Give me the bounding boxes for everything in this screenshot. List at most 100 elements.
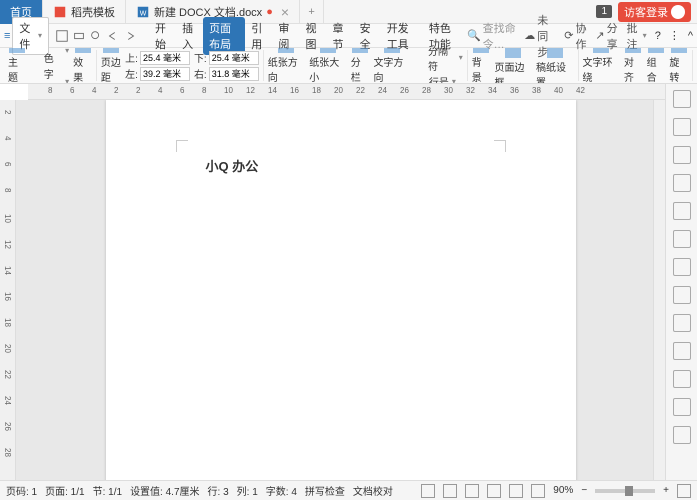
command-search[interactable]: 🔍 查找命令… (467, 20, 516, 52)
page-border-button[interactable]: 页面边框 (495, 48, 533, 84)
horizontal-ruler[interactable]: 8642246810121416182022242628303234363840… (28, 84, 665, 100)
svg-text:W: W (140, 10, 147, 17)
page-border-icon (505, 48, 521, 58)
shape-panel-icon[interactable] (673, 174, 691, 192)
text-direction-button[interactable]: 文字方向 (373, 48, 410, 84)
reading-view-icon[interactable] (443, 484, 457, 498)
right-sidebar (665, 84, 697, 480)
status-pages[interactable]: 页面: 1/1 (45, 483, 84, 498)
margin-left-input[interactable] (140, 67, 190, 81)
effects-icon (75, 48, 91, 53)
tools-panel-icon[interactable] (673, 370, 691, 388)
zoom-out-icon[interactable]: − (581, 485, 587, 496)
tab-templates[interactable]: 稻壳模板 (43, 0, 126, 24)
breaks-button[interactable]: 分隔符 (415, 48, 463, 73)
columns-icon (352, 48, 368, 53)
document-canvas[interactable]: 小Q 办公 (16, 100, 665, 480)
statusbar: 页码: 1 页面: 1/1 节: 1/1 设置值: 4.7厘米 行: 3 列: … (0, 480, 697, 500)
collab-button[interactable]: ⟳协作 (564, 20, 587, 52)
menubar: ≡ 文件 开始插入页面布局引用审阅视图章节安全开发工具特色功能 🔍 查找命令… … (0, 24, 697, 48)
preview-icon[interactable] (89, 29, 103, 43)
margin-bottom-input[interactable] (209, 51, 259, 65)
clipboard-panel-icon[interactable] (673, 286, 691, 304)
line-numbers-button[interactable]: 行号 (415, 74, 463, 85)
wrap-icon (593, 48, 609, 53)
theme-color-button[interactable]: 颜色 (31, 48, 69, 65)
line-num-icon (415, 75, 427, 84)
collapse-ribbon-icon[interactable]: ^ (688, 30, 693, 42)
status-line[interactable]: 行: 3 (208, 483, 229, 498)
watermark-icon (547, 48, 563, 58)
breaks-icon (415, 52, 426, 64)
orientation-button[interactable]: 纸张方向 (268, 48, 305, 84)
help-icon[interactable]: ? (655, 30, 661, 42)
margin-right-input[interactable] (209, 67, 259, 81)
cloud-icon: ☁ (524, 29, 535, 42)
vertical-ruler[interactable]: 246810121416182022242628 (0, 100, 16, 480)
undo-icon[interactable] (106, 29, 120, 43)
share-icon: ↗ (595, 29, 604, 42)
pencil-tool-icon[interactable] (673, 90, 691, 108)
select-tool-icon[interactable] (673, 118, 691, 136)
margin-corner-tr (494, 140, 506, 152)
paper-size-button[interactable]: 纸张大小 (309, 48, 346, 84)
margins-icon (103, 48, 119, 53)
status-section[interactable]: 节: 1/1 (93, 483, 122, 498)
status-position[interactable]: 设置值: 4.7厘米 (130, 483, 199, 498)
status-page-number[interactable]: 页码: 1 (6, 483, 37, 498)
margins-button[interactable]: 页边距 (101, 48, 121, 84)
align-button[interactable]: 对齐 (624, 48, 643, 84)
orientation-icon (278, 48, 294, 53)
zoom-slider[interactable] (595, 489, 655, 493)
background-button[interactable]: 背景 (472, 48, 491, 84)
annotate-button[interactable]: 批注 (626, 20, 646, 52)
status-column[interactable]: 列: 1 (237, 483, 258, 498)
share-button[interactable]: ↗分享 (595, 20, 618, 52)
more-icon[interactable]: ⋮ (669, 29, 680, 42)
fit-page-icon[interactable] (677, 484, 691, 498)
settings-panel-icon[interactable] (673, 398, 691, 416)
group-button[interactable]: 组合 (647, 48, 666, 84)
background-icon (473, 48, 489, 53)
properties-panel-icon[interactable] (673, 230, 691, 248)
outline-panel-icon[interactable] (673, 202, 691, 220)
theme-font-button[interactable]: 字体 (31, 66, 69, 84)
help-panel-icon[interactable] (673, 426, 691, 444)
comments-panel-icon[interactable] (673, 258, 691, 276)
web-layout-icon[interactable] (487, 484, 501, 498)
quick-access-toolbar (55, 29, 137, 43)
outline-view-icon[interactable] (509, 484, 523, 498)
find-panel-icon[interactable] (673, 342, 691, 360)
word-doc-icon: W (136, 5, 150, 19)
document-page[interactable]: 小Q 办公 (106, 100, 576, 480)
margin-top-input[interactable] (140, 51, 190, 65)
theme-button[interactable]: 主题 (8, 48, 27, 84)
align-icon (625, 48, 641, 53)
hamburger-icon[interactable]: ≡ (4, 30, 10, 42)
save-icon[interactable] (55, 29, 69, 43)
document-text[interactable]: 小Q 办公 (206, 156, 496, 175)
columns-button[interactable]: 分栏 (351, 48, 370, 84)
text-wrap-button[interactable]: 文字环绕 (583, 48, 620, 84)
vertical-scrollbar[interactable] (653, 100, 665, 480)
history-panel-icon[interactable] (673, 314, 691, 332)
redo-icon[interactable] (123, 29, 137, 43)
rotate-icon (671, 48, 687, 53)
print-layout-icon[interactable] (465, 484, 479, 498)
workspace: 246810121416182022242628 小Q 办公 (0, 100, 665, 480)
style-panel-icon[interactable] (673, 146, 691, 164)
theme-icon (9, 48, 25, 53)
text-direction-icon (384, 48, 400, 53)
status-word-count[interactable]: 字数: 4 (266, 483, 297, 498)
fullscreen-icon[interactable] (421, 484, 435, 498)
zoom-in-icon[interactable]: + (663, 485, 669, 496)
zoom-level[interactable]: 90% (553, 485, 573, 496)
effects-button[interactable]: 效果 (73, 48, 92, 84)
status-spellcheck[interactable]: 拼写检查 (305, 483, 345, 498)
rotate-button[interactable]: 旋转 (669, 48, 688, 84)
focus-mode-icon[interactable] (531, 484, 545, 498)
watermark-button[interactable]: 稿纸设置 (536, 48, 574, 84)
print-icon[interactable] (72, 29, 86, 43)
font-icon (31, 75, 42, 84)
status-proofing[interactable]: 文档校对 (353, 483, 393, 498)
